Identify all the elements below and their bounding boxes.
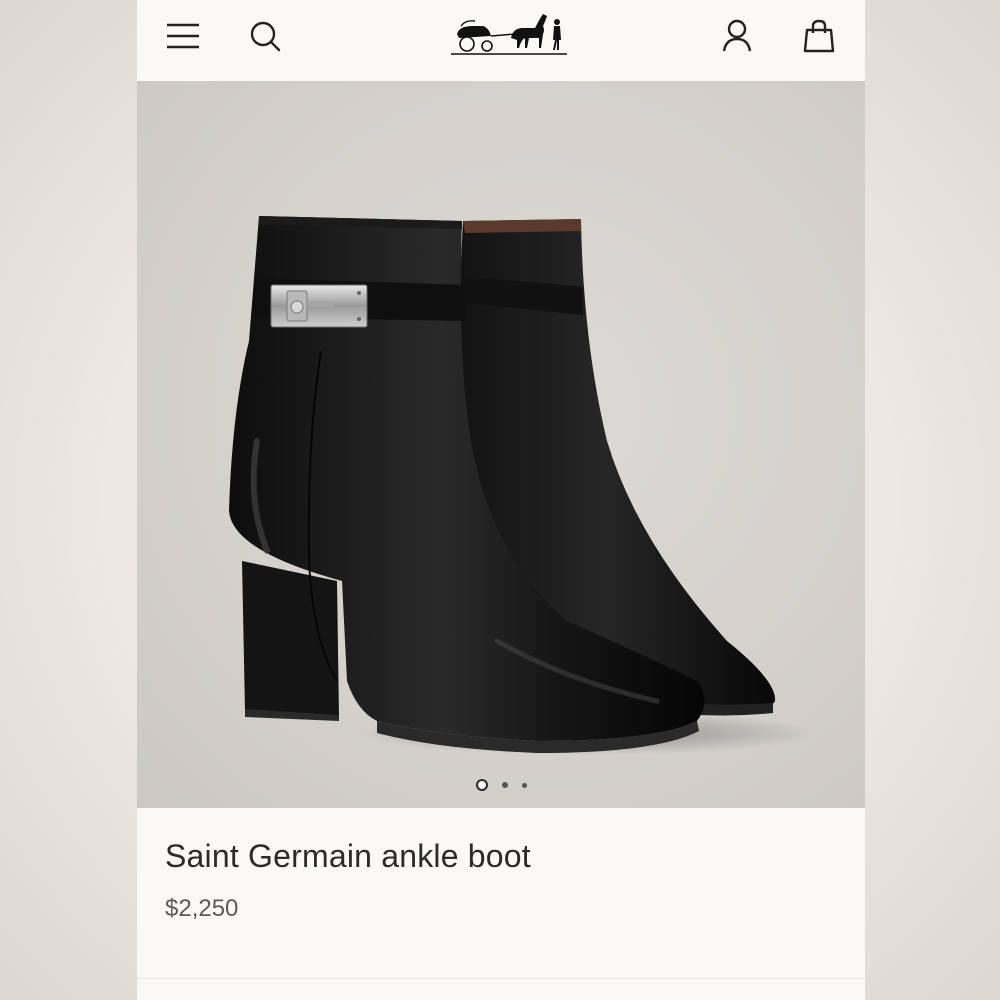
product-page: Saint Germain ankle boot $2,250 — [137, 0, 865, 1000]
black-ankle-boots-image — [229, 216, 817, 755]
hamburger-menu-icon — [167, 23, 199, 49]
menu-button[interactable] — [161, 14, 205, 58]
product-image-carousel[interactable] — [137, 81, 865, 808]
section-divider — [137, 978, 865, 979]
top-navigation-bar — [137, 0, 865, 81]
search-button[interactable] — [243, 14, 287, 58]
account-button[interactable] — [715, 14, 759, 58]
carousel-pagination — [137, 778, 865, 792]
carousel-dot-2[interactable] — [501, 782, 508, 788]
shopping-bag-button[interactable] — [797, 14, 841, 58]
product-info: Saint Germain ankle boot $2,250 — [165, 838, 837, 923]
horse-carriage-logo[interactable] — [449, 8, 569, 58]
carousel-dot-1[interactable] — [475, 779, 488, 791]
carousel-dot-3[interactable] — [521, 782, 527, 788]
product-title: Saint Germain ankle boot — [165, 838, 531, 874]
user-icon — [722, 19, 752, 52]
search-icon — [250, 21, 281, 52]
product-price: $2,250 — [165, 895, 239, 922]
shopping-bag-icon — [803, 19, 835, 53]
